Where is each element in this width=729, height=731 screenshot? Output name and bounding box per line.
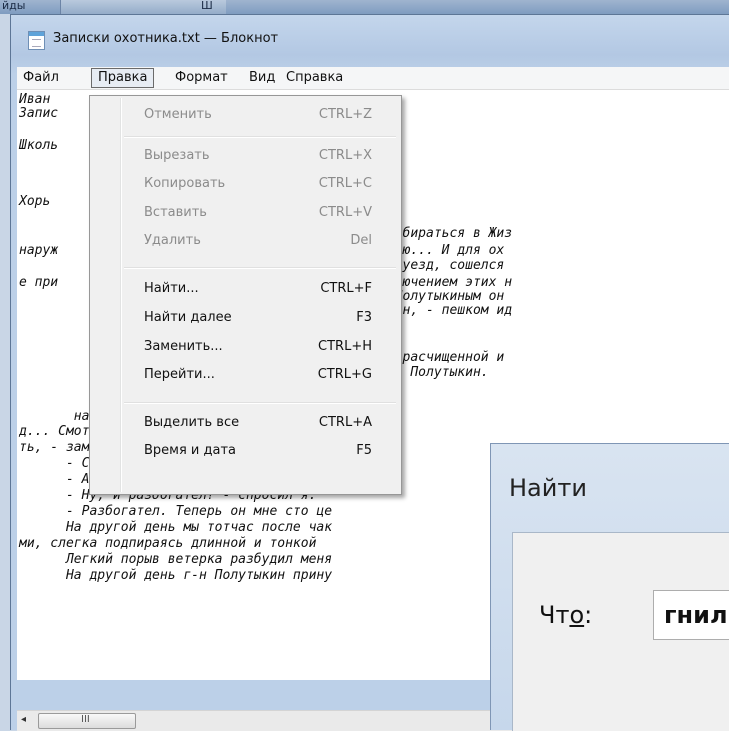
menu-separator xyxy=(124,402,396,404)
editor-line: Запис xyxy=(19,106,59,121)
editor-line: ми, слегка подпираясь длинной и тонкой xyxy=(19,536,317,551)
menu-item-label: Заменить... xyxy=(144,339,223,354)
menu-file[interactable]: Файл xyxy=(17,69,65,87)
menu-item-label: Перейти... xyxy=(144,367,215,382)
menu-item-shortcut: CTRL+A xyxy=(318,415,372,430)
menu-item-label: Найти... xyxy=(144,281,199,296)
scrollbar-grip-icon: III xyxy=(81,714,90,725)
taskbar-strip: йды Ш xyxy=(0,0,729,14)
find-label-prefix: Чт xyxy=(539,601,570,629)
find-dialog-body: Что: гнил xyxy=(512,532,729,731)
menu-item-shortcut: CTRL+H xyxy=(318,339,372,354)
menu-item-label: Время и дата xyxy=(144,443,237,458)
window-title: Записки охотника.txt — Блокнот xyxy=(53,31,279,46)
editor-line: На другой день г-н Полутыкин прину xyxy=(19,568,333,583)
find-label-accel: о xyxy=(569,601,585,629)
scroll-left-arrow-icon[interactable]: ◂ xyxy=(21,714,26,725)
taskbar-tab-label: Ш xyxy=(201,0,213,12)
taskbar-tab[interactable]: Ш xyxy=(60,0,226,14)
find-what-label: Что: xyxy=(539,601,592,629)
menu-view[interactable]: Вид xyxy=(243,69,281,87)
editor-line: На другой день мы тотчас после чак xyxy=(19,520,333,535)
edit-menu-item[interactable]: Вставить CTRL+V xyxy=(92,202,399,224)
find-label-suffix: : xyxy=(584,601,593,629)
menu-item-shortcut: Del xyxy=(350,233,372,248)
find-what-input[interactable]: гнил xyxy=(653,590,729,640)
notepad-icon xyxy=(28,31,45,50)
menu-item-shortcut: CTRL+F xyxy=(320,281,372,296)
edit-menu-item[interactable]: Отменить CTRL+Z xyxy=(92,104,399,126)
edit-menu-item[interactable]: Выделить все CTRL+A xyxy=(92,412,399,434)
menu-item-shortcut: CTRL+X xyxy=(318,148,372,163)
edit-menu-item[interactable]: Заменить... CTRL+H xyxy=(92,336,399,358)
editor-line: Хорь xyxy=(19,194,51,209)
edit-menu-item[interactable]: Копировать CTRL+C xyxy=(92,173,399,195)
editor-line: - Разбогател. Теперь он мне сто це xyxy=(19,504,333,519)
menu-item-label: Вставить xyxy=(144,205,207,220)
menu-help[interactable]: Справка xyxy=(280,69,349,87)
menu-item-label: Удалить xyxy=(144,233,201,248)
menu-item-label: Выделить все xyxy=(144,415,240,430)
menu-item-shortcut: CTRL+Z xyxy=(318,107,372,122)
menu-bar: Файл Правка Формат Вид Справка xyxy=(17,67,729,90)
editor-line: Иван xyxy=(19,92,51,107)
menu-item-shortcut: F5 xyxy=(356,443,372,458)
editor-line: Школь xyxy=(19,138,59,153)
edit-menu-item[interactable]: Перейти... CTRL+G xyxy=(92,364,399,386)
menu-edit[interactable]: Правка xyxy=(91,68,155,88)
menu-item-label: Отменить xyxy=(144,107,212,122)
menu-item-shortcut: F3 xyxy=(356,310,372,325)
menu-separator xyxy=(124,136,396,138)
menu-item-shortcut: CTRL+V xyxy=(318,205,372,220)
edit-menu-item[interactable]: Время и дата F5 xyxy=(92,440,399,462)
menu-item-shortcut: CTRL+G xyxy=(317,367,372,382)
edit-menu-item[interactable]: Найти далее F3 xyxy=(92,307,399,329)
edit-menu-dropdown: Отменить CTRL+Z Вырезать CTRL+X Копировать CT… xyxy=(89,95,402,495)
menu-item-label: Копировать xyxy=(144,176,226,191)
title-bar[interactable]: Записки охотника.txt — Блокнот xyxy=(11,15,729,65)
find-what-value: гнил xyxy=(664,601,728,629)
menu-format[interactable]: Формат xyxy=(169,69,234,87)
find-dialog: Найти Что: гнил xyxy=(490,443,729,731)
taskbar-label: йды xyxy=(2,0,26,12)
menu-item-shortcut: CTRL+C xyxy=(318,176,372,191)
edit-menu-item[interactable]: Найти... CTRL+F xyxy=(92,278,399,300)
editor-line: Легкий порыв ветерка разбудил меня xyxy=(19,552,333,567)
edit-menu-item[interactable]: Вырезать CTRL+X xyxy=(92,145,399,167)
menu-item-label: Найти далее xyxy=(144,310,232,325)
scrollbar-thumb[interactable]: III xyxy=(38,713,136,729)
edit-menu-item[interactable]: Удалить Del xyxy=(92,230,399,252)
menu-separator xyxy=(124,267,396,269)
find-dialog-title: Найти xyxy=(509,474,587,502)
menu-item-label: Вырезать xyxy=(144,148,210,163)
